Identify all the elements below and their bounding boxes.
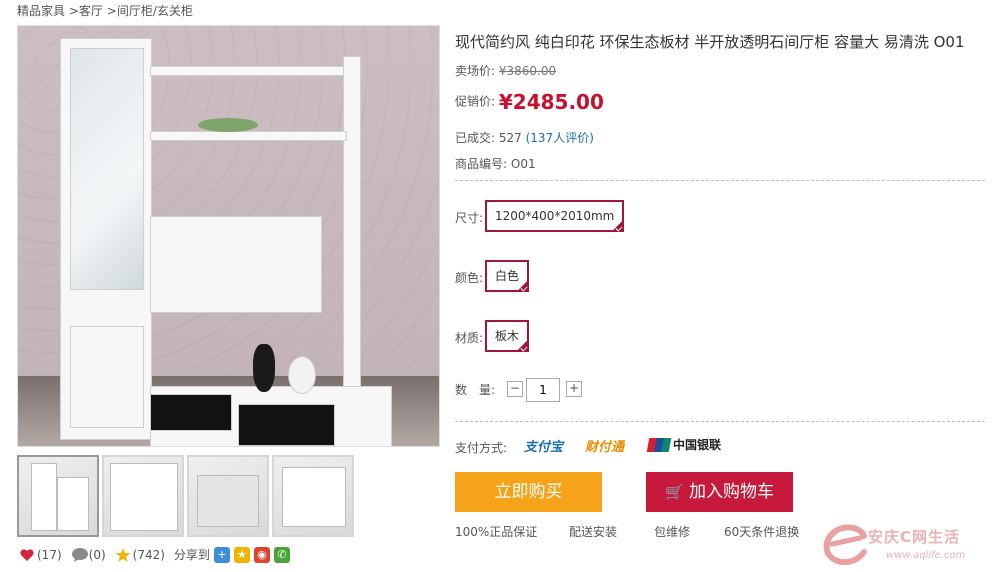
thumbnail-cabinet-shape [57, 477, 89, 531]
favorite-count: (742) [132, 547, 165, 562]
thumbnail-cabinet-shape [282, 467, 346, 527]
breadcrumb-item-cabinet[interactable]: 间厅柜/玄关柜 [117, 4, 193, 18]
sold-label: 已成交: [455, 131, 496, 145]
size-option-label: 1200*400*2010mm [495, 209, 615, 223]
material-option-selected[interactable]: 板木 [485, 320, 530, 352]
size-option-selected[interactable]: 1200*400*2010mm [485, 200, 625, 232]
cabinet-middle-doors [150, 216, 322, 313]
share-label: 分享到 [173, 548, 210, 562]
cart-icon: 🛒 [664, 483, 684, 501]
watermark-url: www.aqlife.com [886, 550, 966, 561]
market-price: ¥3860.00 [498, 64, 557, 78]
add-to-cart-label: 加入购物车 [689, 482, 775, 502]
quantity-decrease-button[interactable]: − [507, 381, 523, 397]
watermark-e-logo-icon [823, 524, 867, 566]
shelf-middle [150, 131, 347, 141]
quantity-increase-button[interactable]: + [566, 381, 582, 397]
thumbnail-4[interactable] [272, 455, 354, 537]
selected-check-icon [610, 220, 625, 232]
share-wechat-icon[interactable]: ✆ [273, 546, 290, 563]
thumbnail-3[interactable] [187, 455, 269, 537]
reviews-link[interactable]: (137人评价) [526, 131, 594, 145]
breadcrumb: 精品家具 >客厅 >间厅柜/玄关柜 [17, 2, 193, 19]
alipay-logo: 支付宝 [524, 440, 564, 455]
cabinet-glass-door [70, 48, 144, 290]
tenpay-logo: 财付通 [585, 440, 625, 455]
social-bar: (17) (0) (742) 分享到 + ★ ◉ ✆ [19, 546, 290, 563]
black-drawer-right [238, 404, 335, 446]
breadcrumb-separator: > [68, 4, 79, 18]
like-button[interactable]: (17) [19, 547, 62, 563]
share-qzone-icon[interactable]: ★ [233, 546, 250, 563]
comment-count: (0) [88, 547, 106, 562]
cabinet-lower-door [70, 326, 144, 428]
buy-now-button[interactable]: 立即购买 [455, 472, 602, 512]
site-watermark: 安庆C网生活 www.aqlife.com [820, 522, 1000, 567]
payment-label: 支付方式: [455, 441, 508, 455]
unionpay-icon [646, 437, 672, 452]
thumbnail-cabinet-shape [197, 475, 259, 527]
sold-count: 527 [498, 131, 522, 145]
thumbnail-1[interactable] [17, 455, 99, 537]
guarantee-return: 60天条件退换 [724, 525, 800, 539]
thumbnail-cabinet-shape [31, 463, 57, 531]
guarantee-authentic: 100%正品保证 [455, 525, 538, 539]
quantity-label: 数 量: [455, 383, 496, 397]
quantity-input[interactable] [526, 378, 560, 402]
black-vase-decor [253, 344, 275, 392]
watermark-text: 安庆C网生活 [868, 528, 961, 546]
market-price-row: 卖场价: ¥3860.00 [455, 62, 556, 79]
product-code: O01 [510, 157, 536, 171]
main-product-image[interactable] [17, 25, 440, 447]
share-plus-icon[interactable]: + [213, 546, 230, 563]
like-count: (17) [37, 547, 62, 562]
black-drawer-left [150, 394, 232, 431]
color-option-selected[interactable]: 白色 [485, 260, 530, 292]
selected-check-icon [515, 280, 530, 292]
thumbnail-cabinet-shape [110, 463, 178, 531]
promo-price-label: 促销价: [455, 94, 496, 109]
favorite-button[interactable]: (742) [115, 547, 165, 563]
breadcrumb-item-furniture[interactable]: 精品家具 [17, 4, 65, 18]
shelf-top [150, 66, 362, 76]
promo-price-row: 促销价: ¥2485.00 [455, 90, 604, 114]
product-title: 现代简约风 纯白印花 环保生态板材 半开放透明石间厅柜 容量大 易清洗 O01 [455, 33, 965, 51]
add-to-cart-button[interactable]: 🛒 加入购物车 [646, 472, 793, 512]
guarantee-repair: 包维修 [654, 525, 691, 539]
product-code-label: 商品编号: [455, 157, 508, 171]
market-price-label: 卖场价: [455, 64, 496, 78]
comment-bubble-icon [71, 547, 88, 563]
white-vase-decor [288, 356, 316, 394]
star-icon [115, 547, 131, 563]
divider [455, 180, 985, 181]
size-label: 尺寸: [455, 211, 484, 225]
product-code-row: 商品编号: O01 [455, 155, 536, 172]
sold-row: 已成交: 527 (137人评价) [455, 129, 594, 146]
material-label: 材质: [455, 331, 484, 345]
color-label: 颜色: [455, 271, 484, 285]
share-weibo-icon[interactable]: ◉ [253, 546, 270, 563]
divider [455, 421, 985, 422]
unionpay-label: 中国银联 [673, 438, 722, 452]
fruit-bowl-decor [198, 118, 258, 132]
comment-button[interactable]: (0) [71, 547, 106, 563]
guarantee-delivery: 配送安装 [569, 525, 618, 539]
breadcrumb-separator: > [106, 4, 117, 18]
promo-price: ¥2485.00 [498, 90, 604, 114]
selected-check-icon [515, 340, 530, 352]
unionpay-logo: 中国银联 [646, 436, 722, 453]
thumbnail-2[interactable] [102, 455, 184, 537]
breadcrumb-item-livingroom[interactable]: 客厅 [79, 4, 103, 18]
heart-icon [19, 547, 35, 563]
